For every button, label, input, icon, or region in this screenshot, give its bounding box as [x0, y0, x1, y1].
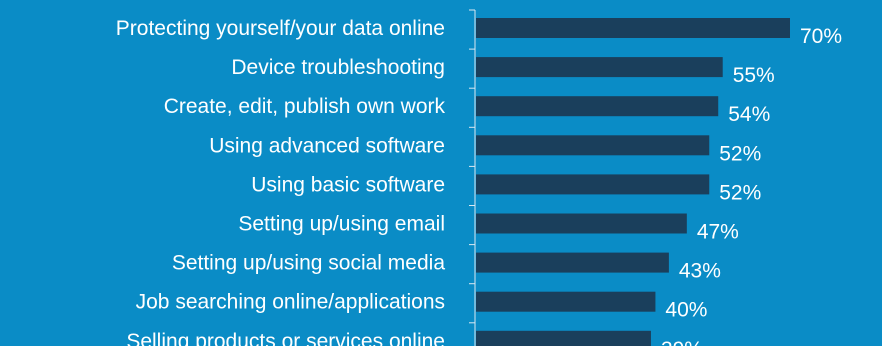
bar-8 — [476, 291, 656, 312]
category-label: Protecting yourself/your data online — [116, 17, 445, 40]
category-label: Setting up/using social media — [172, 252, 445, 275]
value-label: 40% — [665, 299, 707, 322]
bar-3 — [476, 96, 719, 117]
bar-2 — [476, 57, 723, 78]
bar-6 — [476, 213, 687, 234]
value-label: 70% — [800, 25, 842, 48]
category-label: Device troubleshooting — [231, 56, 445, 79]
category-label: Using advanced software — [209, 134, 445, 157]
value-label: 52% — [719, 142, 761, 165]
bar-7 — [476, 252, 669, 273]
category-label: Selling products or services online — [126, 330, 445, 346]
bar-1 — [476, 18, 790, 38]
bar-5 — [476, 174, 710, 195]
category-label: Create, edit, publish own work — [164, 95, 446, 118]
value-label: 54% — [728, 103, 770, 126]
category-label: Setting up/using email — [238, 213, 445, 236]
bar-4 — [476, 135, 710, 156]
value-label: 43% — [679, 260, 721, 283]
bar-chart: Protecting yourself/your data online Devi… — [0, 0, 882, 346]
value-label: 52% — [719, 181, 761, 204]
value-label: 47% — [697, 221, 739, 244]
category-label: Job searching online/applications — [136, 291, 445, 314]
bar-9 — [476, 330, 651, 346]
value-label: 55% — [733, 64, 775, 87]
category-label: Using basic software — [251, 173, 445, 196]
value-label: 39% — [661, 338, 703, 346]
